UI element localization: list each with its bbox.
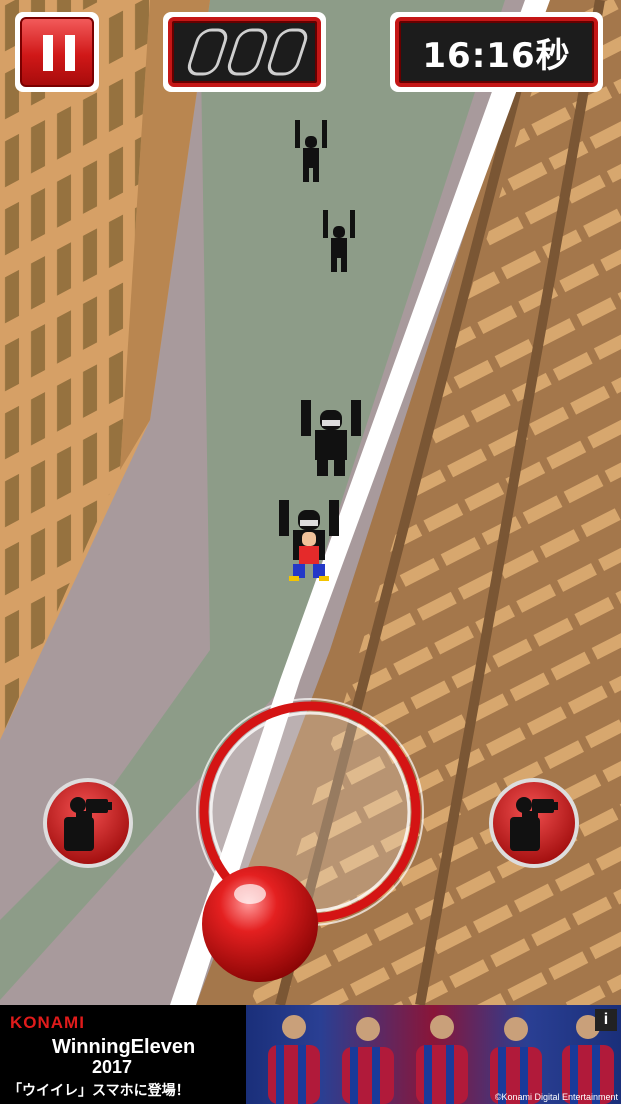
- ad-info-button[interactable]: i: [595, 1009, 617, 1031]
- pause-button[interactable]: [15, 12, 99, 92]
- ad-copyright: ©Konami Digital Entertainment: [494, 1092, 618, 1102]
- lives-display: [163, 12, 326, 92]
- game-scene: 16:16秒: [0, 0, 621, 1005]
- ad-brand: KONAMI: [10, 1013, 85, 1032]
- ad-tagline: 「ウイイレ」スマホに登場！: [8, 1083, 190, 1099]
- pause-icon: [43, 35, 75, 71]
- ad-banner[interactable]: KONAMI WinningEleven 2017 「ウイイレ」スマホに登場！: [0, 1005, 621, 1104]
- timer-text: 16:16秒: [422, 35, 571, 76]
- joystick-ball[interactable]: [198, 862, 322, 986]
- joystick-ball-icon: [202, 866, 318, 982]
- right-camera-button[interactable]: [486, 775, 582, 871]
- ad-players-image: i ©Konami Digital Entertainment: [246, 1005, 621, 1104]
- ad-title: WinningEleven: [52, 1036, 196, 1058]
- left-camera-button[interactable]: [40, 775, 136, 871]
- info-icon: i: [603, 1011, 609, 1028]
- timer-display: 16:16秒: [390, 12, 603, 92]
- capsule-slots-icon: [187, 28, 307, 76]
- ad-year: 2017: [92, 1057, 133, 1077]
